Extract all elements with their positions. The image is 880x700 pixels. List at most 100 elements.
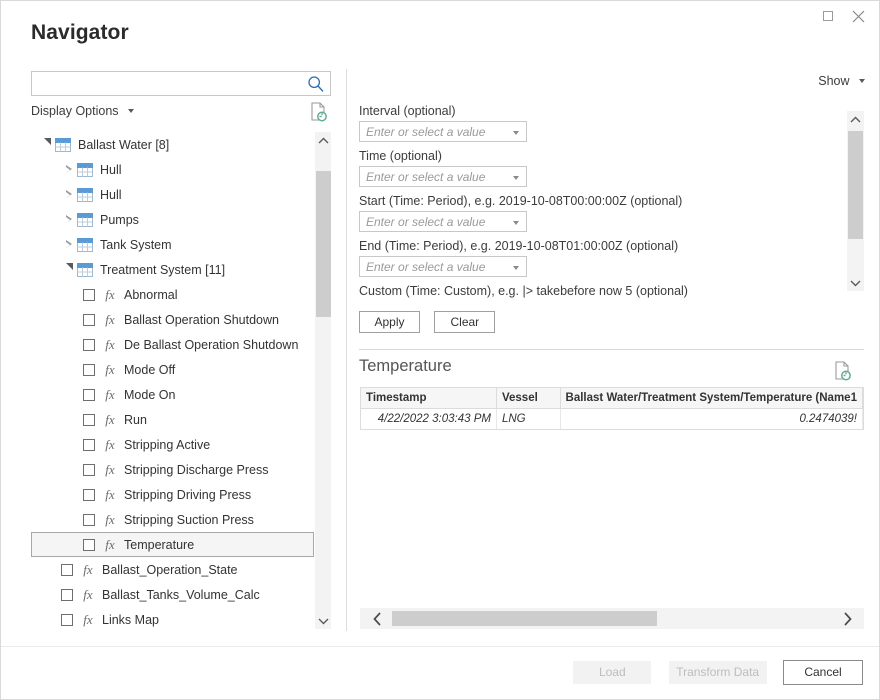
- collapse-toggle-icon[interactable]: [61, 190, 77, 199]
- parameter-placeholder: Enter or select a value: [366, 215, 485, 229]
- item-checkbox[interactable]: [83, 289, 95, 301]
- chevron-down-icon[interactable]: [513, 266, 519, 270]
- scroll-up-icon[interactable]: [847, 111, 864, 128]
- tree-item-temperature[interactable]: fxTemperature: [31, 532, 314, 557]
- tree-item-mode-on[interactable]: fxMode On: [31, 382, 314, 407]
- scroll-down-icon[interactable]: [315, 612, 332, 629]
- tree-item-stripping-suction-press[interactable]: fxStripping Suction Press: [31, 507, 314, 532]
- tree-item-run[interactable]: fxRun: [31, 407, 314, 432]
- close-icon[interactable]: [843, 4, 873, 28]
- item-checkbox[interactable]: [61, 564, 73, 576]
- expand-toggle-icon[interactable]: [61, 263, 77, 277]
- column-header-timestamp[interactable]: Timestamp: [361, 388, 496, 408]
- preview-refresh-icon[interactable]: [833, 361, 852, 384]
- chevron-down-icon[interactable]: [513, 221, 519, 225]
- display-options-dropdown[interactable]: Display Options: [31, 104, 134, 118]
- tree-item-mode-off[interactable]: fxMode Off: [31, 357, 314, 382]
- table-row[interactable]: 4/22/2022 3:03:43 PM LNG 0.2474039!: [361, 408, 863, 429]
- parameter-combobox[interactable]: Enter or select a value: [359, 211, 527, 232]
- collapse-toggle-icon[interactable]: [61, 165, 77, 174]
- clear-button[interactable]: Clear: [434, 311, 495, 333]
- refresh-document-glyph: [309, 102, 328, 122]
- function-icon: fx: [103, 387, 117, 403]
- transform-data-button[interactable]: Transform Data: [668, 660, 768, 685]
- tree-item-label: Ballast Operation Shutdown: [124, 313, 279, 327]
- tree-item-ballast-water-8[interactable]: Ballast Water [8]: [31, 132, 314, 157]
- tree-item-stripping-active[interactable]: fxStripping Active: [31, 432, 314, 457]
- tree-item-links-map[interactable]: fxLinks Map: [31, 607, 314, 629]
- search-input[interactable]: [32, 72, 302, 95]
- tree-item-ballast-operation-shutdown[interactable]: fxBallast Operation Shutdown: [31, 307, 314, 332]
- tree-item-de-ballast-operation-shutdown[interactable]: fxDe Ballast Operation Shutdown: [31, 332, 314, 357]
- item-checkbox[interactable]: [83, 464, 95, 476]
- parameters-scroll-thumb[interactable]: [848, 131, 863, 239]
- item-checkbox[interactable]: [83, 364, 95, 376]
- item-checkbox[interactable]: [83, 439, 95, 451]
- preview-separator: [359, 349, 864, 350]
- refresh-document-icon[interactable]: [309, 102, 328, 125]
- load-button[interactable]: Load: [572, 660, 652, 685]
- parameter-label: End (Time: Period), e.g. 2019-10-08T01:0…: [359, 239, 841, 253]
- parameters-vertical-scrollbar[interactable]: [847, 111, 864, 291]
- apply-button[interactable]: Apply: [359, 311, 420, 333]
- cancel-button[interactable]: Cancel: [783, 660, 863, 685]
- tree-scroll-thumb[interactable]: [316, 171, 331, 317]
- search-box[interactable]: [31, 71, 331, 96]
- scroll-down-icon[interactable]: [847, 274, 864, 291]
- parameter-field: Interval (optional)Enter or select a val…: [359, 104, 841, 142]
- collapse-toggle-icon[interactable]: [61, 240, 77, 249]
- search-icon[interactable]: [307, 75, 325, 93]
- item-checkbox[interactable]: [83, 514, 95, 526]
- tree-item-ballast-tanks-volume-calc[interactable]: fxBallast_Tanks_Volume_Calc: [31, 582, 314, 607]
- item-checkbox[interactable]: [61, 614, 73, 626]
- tree-item-abnormal[interactable]: fxAbnormal: [31, 282, 314, 307]
- custom-parameter-label: Custom (Time: Custom), e.g. |> takebefor…: [359, 284, 841, 298]
- function-icon: fx: [81, 562, 95, 578]
- footer-actions: Load Transform Data Cancel: [560, 660, 863, 685]
- item-checkbox[interactable]: [83, 539, 95, 551]
- tree-scroll-view[interactable]: Ballast Water [8]HullHullPumpsTank Syste…: [31, 132, 314, 629]
- tree-item-pumps[interactable]: Pumps: [31, 207, 314, 232]
- tree-item-tank-system[interactable]: Tank System: [31, 232, 314, 257]
- item-checkbox[interactable]: [83, 339, 95, 351]
- chevron-down-icon[interactable]: [513, 176, 519, 180]
- close-glyph: [852, 10, 865, 23]
- tree-item-stripping-discharge-press[interactable]: fxStripping Discharge Press: [31, 457, 314, 482]
- maximize-icon[interactable]: [813, 4, 843, 28]
- tree-item-treatment-system-11[interactable]: Treatment System [11]: [31, 257, 314, 282]
- cell-temperature: 0.2474039!: [560, 408, 862, 429]
- column-header-vessel[interactable]: Vessel: [496, 388, 560, 408]
- tree-item-label: Stripping Active: [124, 438, 210, 452]
- parameters-panel: Interval (optional)Enter or select a val…: [359, 104, 841, 299]
- tree-item-label: Stripping Suction Press: [124, 513, 254, 527]
- scroll-left-icon[interactable]: [366, 608, 388, 629]
- scroll-up-icon[interactable]: [315, 132, 332, 149]
- tree-item-stripping-driving-press[interactable]: fxStripping Driving Press: [31, 482, 314, 507]
- preview-horizontal-scrollbar[interactable]: [360, 608, 864, 629]
- column-header-temperature[interactable]: Ballast Water/Treatment System/Temperatu…: [560, 388, 862, 408]
- collapse-toggle-icon[interactable]: [61, 215, 77, 224]
- tree-item-hull[interactable]: Hull: [31, 182, 314, 207]
- item-checkbox[interactable]: [61, 589, 73, 601]
- horizontal-scroll-thumb[interactable]: [392, 611, 657, 626]
- show-dropdown[interactable]: Show: [818, 74, 865, 88]
- expand-toggle-icon[interactable]: [39, 138, 55, 152]
- parameter-combobox[interactable]: Enter or select a value: [359, 166, 527, 187]
- preview-table[interactable]: Timestamp Vessel Ballast Water/Treatment…: [360, 387, 864, 429]
- item-checkbox[interactable]: [83, 314, 95, 326]
- function-icon: fx: [103, 537, 117, 553]
- tree-vertical-scrollbar[interactable]: [314, 132, 331, 629]
- tree-item-label: Ballast_Tanks_Volume_Calc: [102, 588, 260, 602]
- function-icon: fx: [103, 412, 117, 428]
- item-checkbox[interactable]: [83, 389, 95, 401]
- item-checkbox[interactable]: [83, 414, 95, 426]
- scroll-right-icon[interactable]: [836, 608, 858, 629]
- item-checkbox[interactable]: [83, 489, 95, 501]
- chevron-down-icon[interactable]: [513, 131, 519, 135]
- tree-item-ballast-operation-state[interactable]: fx Ballast_Operation_State: [31, 557, 314, 582]
- parameter-combobox[interactable]: Enter or select a value: [359, 256, 527, 277]
- parameter-actions: Apply Clear: [359, 311, 506, 333]
- parameter-combobox[interactable]: Enter or select a value: [359, 121, 527, 142]
- tree-item-hull[interactable]: Hull: [31, 157, 314, 182]
- tree-item-label: Ballast_Operation_State: [102, 563, 238, 577]
